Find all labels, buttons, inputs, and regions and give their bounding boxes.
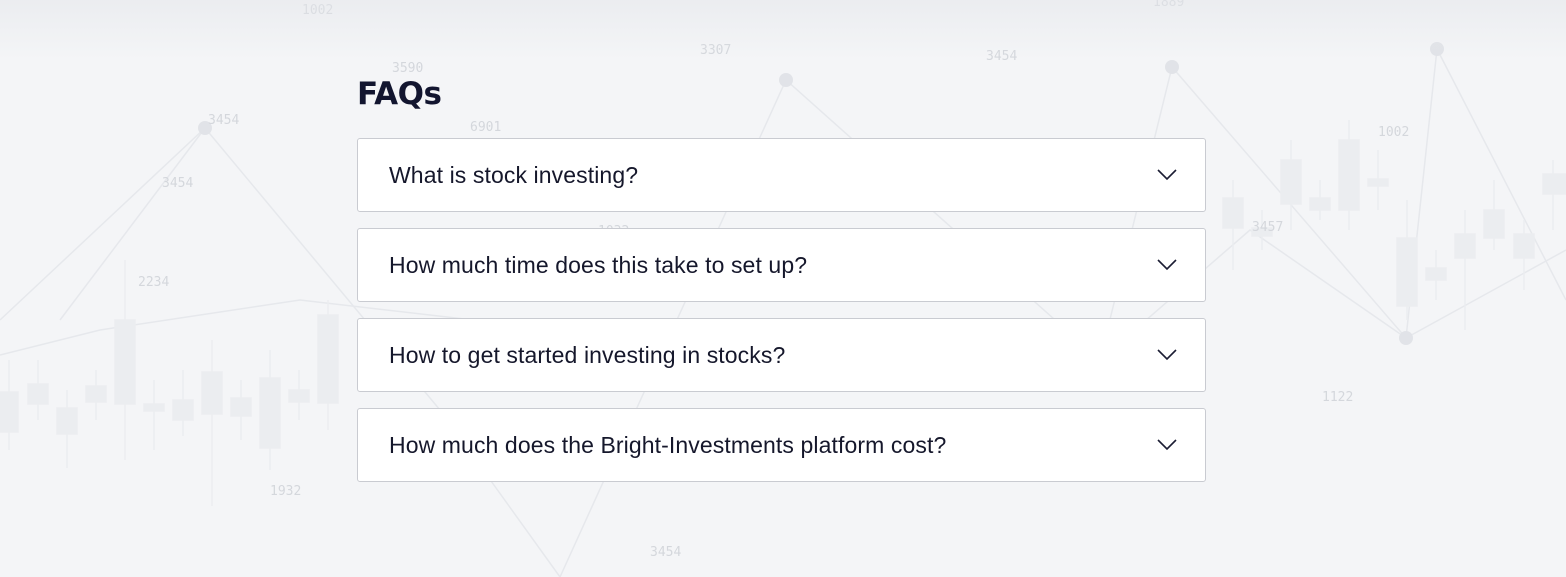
- faq-item[interactable]: What is stock investing?: [357, 138, 1206, 212]
- faq-section: FAQs What is stock investing? How much t…: [357, 72, 1206, 482]
- faq-question: How much does the Bright-Investments pla…: [389, 431, 947, 458]
- faq-question: How much time does this take to set up?: [389, 251, 808, 278]
- bg-number: 3457: [1252, 220, 1283, 235]
- faq-item[interactable]: How to get started investing in stocks?: [357, 318, 1206, 392]
- faq-question: How to get started investing in stocks?: [389, 341, 786, 368]
- chevron-down-icon[interactable]: [1157, 259, 1177, 271]
- chevron-down-icon[interactable]: [1157, 439, 1177, 451]
- bg-number: 3454: [208, 113, 239, 128]
- chevron-down-icon[interactable]: [1157, 349, 1177, 361]
- faq-question: What is stock investing?: [389, 161, 639, 188]
- bg-number: 1122: [1322, 390, 1353, 405]
- bg-number: 3454: [650, 545, 681, 560]
- bg-number: 2234: [138, 275, 169, 290]
- bg-number: 1002: [1378, 125, 1409, 140]
- bg-number: 3454: [162, 176, 193, 191]
- faq-title: FAQs: [357, 76, 442, 112]
- faq-item[interactable]: How much does the Bright-Investments pla…: [357, 408, 1206, 482]
- chevron-down-icon[interactable]: [1157, 169, 1177, 181]
- top-fade: [0, 0, 1566, 60]
- faq-list: What is stock investing? How much time d…: [357, 138, 1206, 482]
- background-candles-left: [0, 260, 339, 506]
- faq-item[interactable]: How much time does this take to set up?: [357, 228, 1206, 302]
- bg-number: 1932: [270, 484, 301, 499]
